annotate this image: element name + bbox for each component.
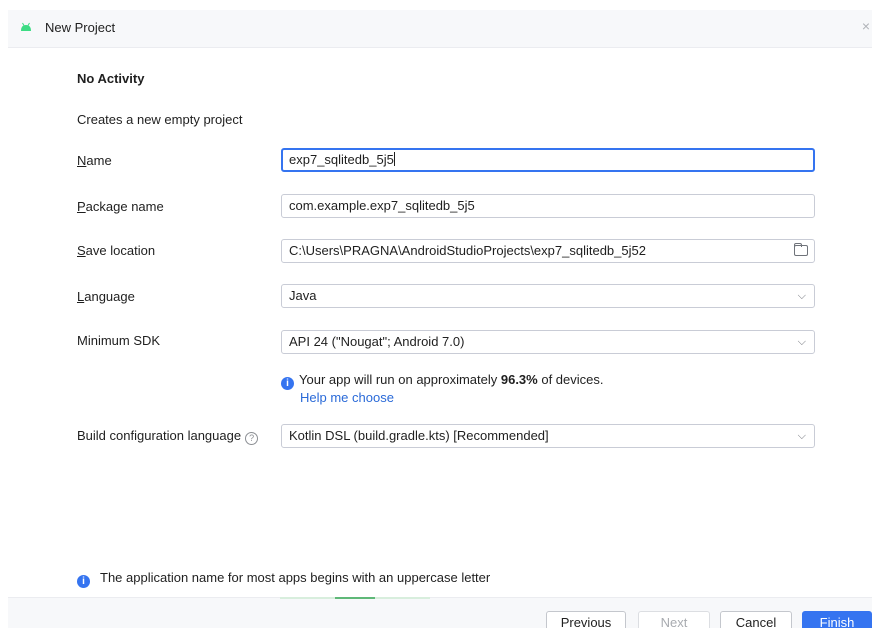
cancel-button[interactable]: Cancel: [720, 611, 792, 628]
build-config-language-select[interactable]: Kotlin DSL (build.gradle.kts) [Recommend…: [281, 424, 815, 448]
coverage-percent: 96.3%: [500, 372, 538, 387]
template-description: Creates a new empty project: [77, 112, 243, 127]
text-caret: [393, 152, 395, 166]
save-location-label: Save location: [77, 243, 156, 258]
info-icon: i: [77, 575, 90, 588]
info-icon: i: [281, 377, 294, 390]
next-button[interactable]: Next: [638, 611, 710, 628]
name-input[interactable]: exp7_sqlitedb_5j5: [281, 148, 815, 172]
chevron-down-icon: ⌵: [797, 430, 806, 442]
finish-button[interactable]: Finish: [802, 611, 872, 628]
progress-strip: [280, 597, 430, 599]
folder-icon[interactable]: [794, 243, 808, 256]
sdk-coverage-info: i Your app will run on approximately 96.3…: [281, 372, 604, 390]
save-location-input[interactable]: C:\Users\PRAGNA\AndroidStudioProjects\ex…: [281, 239, 815, 263]
close-icon[interactable]: ×: [862, 18, 870, 34]
validation-notice: i The application name for most apps begi…: [77, 570, 490, 588]
package-name-input[interactable]: com.example.exp7_sqlitedb_5j5: [281, 194, 815, 218]
help-question-icon[interactable]: ?: [245, 432, 259, 445]
package-name-label: Package name: [77, 199, 164, 214]
help-me-choose-link[interactable]: Help me choose: [300, 390, 394, 405]
minimum-sdk-label: Minimum SDK: [77, 333, 161, 348]
minimum-sdk-select[interactable]: API 24 ("Nougat"; Android 7.0) ⌵: [281, 330, 815, 354]
title-bar: New Project ×: [8, 10, 872, 48]
name-label: Name: [77, 153, 112, 168]
chevron-down-icon: ⌵: [797, 336, 806, 348]
chevron-down-icon: ⌵: [797, 290, 806, 302]
template-heading: No Activity: [77, 71, 145, 86]
language-select[interactable]: Java ⌵: [281, 284, 815, 308]
window-title: New Project: [45, 20, 116, 35]
language-label: Language: [77, 289, 135, 304]
previous-button[interactable]: Previous: [546, 611, 626, 628]
build-config-language-label: Build configuration language?: [77, 428, 259, 445]
android-icon: [21, 22, 31, 31]
